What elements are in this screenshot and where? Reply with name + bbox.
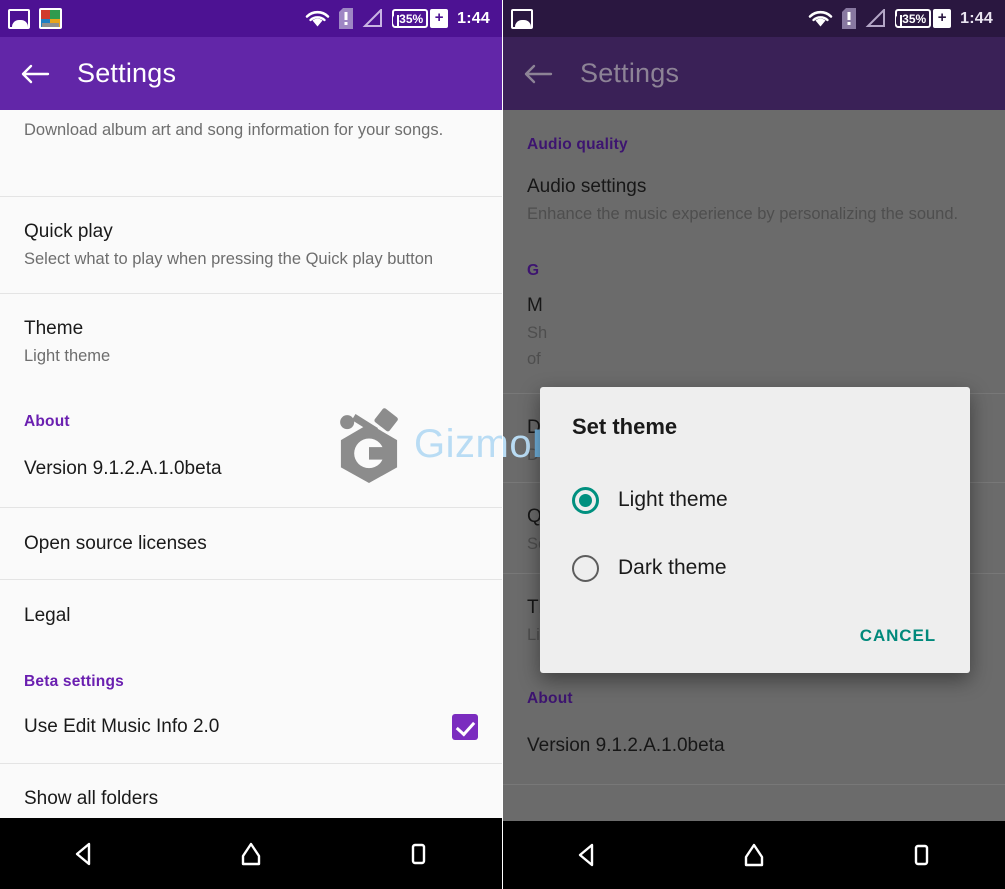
stamina-plus-badge: + bbox=[933, 9, 952, 28]
dialog-title: Set theme bbox=[572, 414, 678, 439]
status-bar-left-icons bbox=[8, 8, 62, 29]
list-item-subtitle: Select what to play when pressing the Qu… bbox=[24, 249, 434, 268]
right-screen: 35% + 1:44 Settings Audio quality Audio … bbox=[502, 0, 1005, 889]
radio-label-light-theme: Light theme bbox=[618, 488, 728, 511]
android-nav-bar[interactable] bbox=[503, 818, 1005, 889]
battery-stamina-icon: 35% + bbox=[895, 9, 952, 28]
clock-label: 1:44 bbox=[457, 9, 490, 27]
wifi-icon bbox=[305, 10, 330, 26]
list-item-title: Show all folders bbox=[24, 787, 159, 809]
battery-percent-label: 35% bbox=[902, 11, 927, 26]
list-item-subtitle: Light theme bbox=[24, 346, 111, 365]
list-item-title: Download music info bbox=[24, 110, 478, 115]
wifi-icon bbox=[808, 10, 833, 26]
recents-nav-icon[interactable] bbox=[891, 831, 951, 879]
theme-radio-group[interactable]: Light theme Dark theme bbox=[572, 466, 938, 602]
list-item-theme[interactable]: Theme Light theme bbox=[0, 294, 502, 390]
list-item-download-music-info[interactable]: Download music info Download album art a… bbox=[0, 110, 502, 168]
status-bar-left-icons bbox=[511, 8, 533, 29]
list-item-title: Use Edit Music Info 2.0 bbox=[24, 716, 220, 738]
back-nav-icon[interactable] bbox=[557, 831, 617, 879]
app-bar: Settings bbox=[503, 37, 1005, 110]
list-item-subtitle: Download album art and song information … bbox=[24, 120, 444, 139]
list-item-use-edit-music-info[interactable]: Use Edit Music Info 2.0 bbox=[0, 691, 502, 763]
left-screen: 35% + 1:44 Settings Download music info … bbox=[0, 0, 502, 889]
status-bar-right-icons: 35% + 1:44 bbox=[305, 8, 490, 29]
radio-label-dark-theme: Dark theme bbox=[618, 556, 727, 579]
battery-percent-label: 35% bbox=[399, 11, 424, 26]
back-arrow-icon[interactable] bbox=[20, 62, 50, 86]
list-item-show-all-folders[interactable]: Show all folders Select to bring back an… bbox=[0, 764, 502, 818]
screenshot-image-icon bbox=[511, 8, 533, 29]
clock-label: 1:44 bbox=[960, 9, 993, 27]
cancel-button[interactable]: CANCEL bbox=[858, 620, 938, 652]
radio-option-light-theme[interactable]: Light theme bbox=[572, 466, 938, 534]
list-item-open-source-licenses[interactable]: Open source licenses bbox=[0, 508, 502, 579]
radio-button-dark-theme[interactable] bbox=[572, 554, 599, 582]
checkbox-use-edit-music-info[interactable] bbox=[452, 714, 478, 740]
home-nav-icon[interactable] bbox=[221, 830, 281, 878]
stamina-plus-badge: + bbox=[430, 9, 449, 28]
radio-button-light-theme[interactable] bbox=[572, 486, 599, 514]
list-item-title: Open source licenses bbox=[24, 532, 207, 554]
status-bar-right-icons: 35% + 1:44 bbox=[808, 8, 993, 29]
list-item-title: Version 9.1.2.A.1.0beta bbox=[24, 458, 222, 480]
back-nav-icon[interactable] bbox=[54, 830, 114, 878]
list-item-title: Quick play bbox=[24, 220, 113, 242]
list-item-version[interactable]: Version 9.1.2.A.1.0beta bbox=[0, 431, 502, 507]
sim-card-alert-icon bbox=[842, 8, 857, 29]
app-bar: Settings bbox=[0, 37, 502, 110]
home-nav-icon[interactable] bbox=[724, 831, 784, 879]
status-bar: 35% + 1:44 bbox=[503, 0, 1005, 37]
list-item-legal[interactable]: Legal bbox=[0, 580, 502, 651]
list-item-title: Theme bbox=[24, 317, 84, 339]
back-arrow-icon[interactable] bbox=[523, 62, 553, 86]
list-item-quick-play[interactable]: Quick play Select what to play when pres… bbox=[0, 197, 502, 293]
dialog-actions: CANCEL bbox=[572, 602, 938, 673]
settings-list[interactable]: Download music info Download album art a… bbox=[0, 110, 502, 818]
screenshot-image-icon bbox=[8, 8, 30, 29]
sim-card-alert-icon bbox=[339, 8, 354, 29]
page-title: Settings bbox=[77, 58, 177, 88]
recents-nav-icon[interactable] bbox=[388, 830, 448, 878]
android-nav-bar[interactable] bbox=[0, 818, 502, 889]
settings-list: Audio quality Audio settings Enhance the… bbox=[503, 110, 1005, 818]
section-header-beta-settings: Beta settings bbox=[24, 673, 124, 690]
cellular-signal-icon bbox=[865, 9, 886, 27]
list-item-title: Legal bbox=[24, 604, 71, 626]
status-bar: 35% + 1:44 bbox=[0, 0, 502, 37]
cellular-signal-icon bbox=[362, 9, 383, 27]
album-art-icon bbox=[39, 8, 62, 29]
radio-option-dark-theme[interactable]: Dark theme bbox=[572, 534, 938, 602]
battery-stamina-icon: 35% + bbox=[392, 9, 449, 28]
page-title: Settings bbox=[580, 58, 680, 88]
dual-screenshot-container: 35% + 1:44 Settings Download music info … bbox=[0, 0, 1005, 889]
section-header-about: About bbox=[24, 413, 70, 430]
set-theme-dialog: Set theme Light theme Dark theme CANCEL bbox=[540, 387, 970, 673]
